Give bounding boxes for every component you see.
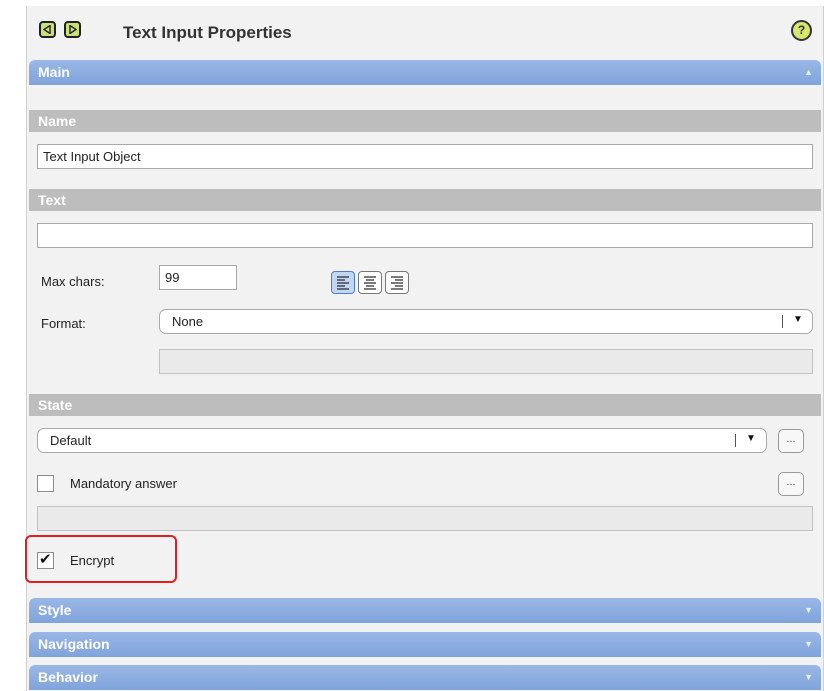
panel-title: Text Input Properties bbox=[123, 23, 292, 42]
align-center-button[interactable] bbox=[358, 271, 382, 294]
name-input[interactable]: Text Input Object bbox=[37, 144, 813, 169]
expand-arrow-icon: ▼ bbox=[804, 672, 813, 682]
forward-button[interactable] bbox=[64, 21, 81, 38]
align-center-icon bbox=[364, 276, 376, 290]
mandatory-ellipsis-button[interactable]: ... bbox=[778, 472, 804, 496]
format-label: Format: bbox=[41, 316, 86, 331]
select-divider bbox=[735, 434, 736, 447]
format-select[interactable]: None ▼ bbox=[159, 309, 813, 334]
text-section-header: Text bbox=[29, 189, 821, 211]
style-accordion-label: Style bbox=[38, 602, 72, 618]
main-accordion-label: Main bbox=[38, 64, 70, 80]
main-accordion-header[interactable]: Main ▲ bbox=[29, 60, 821, 85]
align-left-icon bbox=[337, 276, 349, 290]
state-select-value: Default bbox=[50, 433, 92, 448]
state-section-header: State bbox=[29, 394, 821, 416]
select-divider bbox=[782, 315, 783, 328]
state-ellipsis-button[interactable]: ... bbox=[778, 429, 804, 453]
expand-arrow-icon: ▼ bbox=[804, 639, 813, 649]
behavior-accordion-label: Behavior bbox=[38, 669, 98, 685]
format-select-value: None bbox=[172, 314, 204, 329]
navigation-accordion-header[interactable]: Navigation ▼ bbox=[29, 632, 821, 657]
title-bar: Text Input Properties ? bbox=[27, 6, 823, 60]
name-section-header: Name bbox=[29, 110, 821, 132]
back-button[interactable] bbox=[39, 21, 56, 38]
navigation-accordion-label: Navigation bbox=[38, 636, 110, 652]
align-right-icon bbox=[391, 276, 403, 290]
dropdown-arrow-icon[interactable]: ▼ bbox=[746, 433, 756, 444]
properties-panel: Text Input Properties ? Main ▲ Name Text… bbox=[26, 6, 824, 691]
dropdown-arrow-icon[interactable]: ▼ bbox=[793, 314, 803, 325]
align-left-button[interactable] bbox=[331, 271, 355, 294]
encrypt-highlight-box bbox=[25, 535, 177, 583]
triangle-left-icon bbox=[43, 25, 51, 34]
triangle-right-icon bbox=[69, 25, 77, 34]
text-input[interactable] bbox=[37, 223, 813, 248]
help-icon[interactable]: ? bbox=[791, 20, 812, 41]
expand-arrow-icon: ▼ bbox=[804, 605, 813, 615]
mandatory-answer-checkbox[interactable] bbox=[37, 475, 54, 492]
collapse-arrow-icon: ▲ bbox=[804, 67, 813, 77]
mandatory-extra-field bbox=[37, 506, 813, 531]
style-accordion-header[interactable]: Style ▼ bbox=[29, 598, 821, 623]
format-extra-field bbox=[159, 349, 813, 374]
max-chars-label: Max chars: bbox=[41, 274, 105, 289]
mandatory-answer-label: Mandatory answer bbox=[70, 476, 177, 491]
max-chars-input[interactable]: 99 bbox=[159, 265, 237, 290]
align-right-button[interactable] bbox=[385, 271, 409, 294]
behavior-accordion-header[interactable]: Behavior ▼ bbox=[29, 665, 821, 690]
state-select[interactable]: Default ▼ bbox=[37, 428, 767, 453]
